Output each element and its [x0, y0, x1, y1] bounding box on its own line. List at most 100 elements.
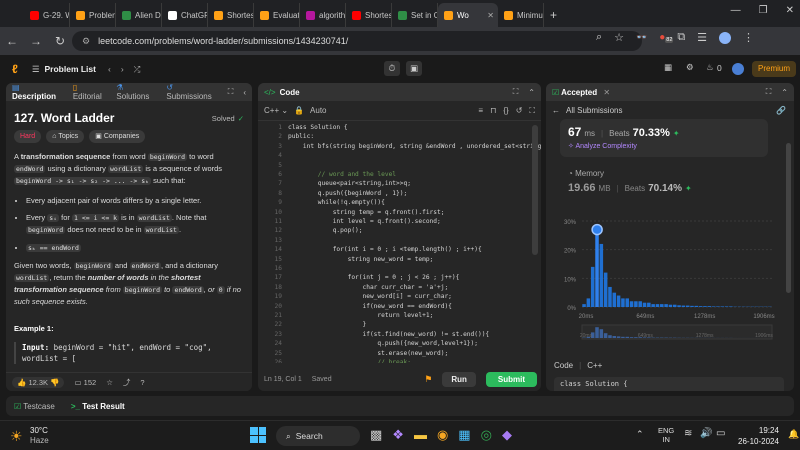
wifi-icon[interactable]: ≋ [684, 428, 692, 439]
code-line[interactable]: for(int j = 0 ; j < 26 ; j++){ [288, 273, 460, 282]
extensions-puzzle-icon[interactable]: ⧉ [677, 31, 685, 44]
browser-tab[interactable]: Wo ✕ [438, 3, 498, 27]
code-line[interactable]: public: [288, 132, 314, 141]
code-line[interactable]: } [288, 320, 367, 329]
next-problem-icon[interactable]: › [121, 64, 124, 74]
result-more-icon[interactable]: ⌃ [781, 88, 788, 97]
braces-icon[interactable]: {} [503, 106, 508, 116]
code-line[interactable]: return level+1; [288, 311, 433, 320]
test-result-tab[interactable]: >_ Test Result [71, 402, 125, 411]
notes-icon[interactable]: ▣ [406, 61, 422, 76]
code-line[interactable]: new_word[i] = curr_char; [288, 292, 452, 301]
browser-tab[interactable]: Shortest [208, 3, 254, 27]
analyze-complexity-button[interactable]: ✧ Analyze Complexity [568, 142, 760, 150]
timer-icon[interactable]: ⏱ [384, 61, 400, 76]
all-submissions-link[interactable]: All Submissions [566, 106, 622, 115]
memory-section[interactable]: ◔ Memory 19.66 MB | Beats 70.14% ✦ [560, 165, 768, 205]
battery-icon[interactable]: ▭ [716, 428, 725, 439]
code-line[interactable]: for(int i = 0 ; i <temp.length() ; i++){ [288, 245, 482, 254]
browser-tab[interactable]: Problem [70, 3, 116, 27]
code-line[interactable]: if(st.find(new_word) != st.end()){ [288, 330, 490, 339]
reset-icon[interactable]: ↺ [516, 106, 523, 116]
code-line[interactable]: // break; [288, 358, 411, 363]
companies-button[interactable]: ▣ Companies [89, 130, 146, 143]
favorite-star-icon[interactable]: ☆ [106, 378, 113, 387]
help-icon[interactable]: ? [140, 378, 144, 387]
close-window-icon[interactable]: ✕ [786, 5, 794, 16]
code-line[interactable]: // word and the level [288, 170, 396, 179]
testcase-tab[interactable]: ☑ Testcase [14, 402, 55, 411]
shuffle-icon[interactable]: ⤮ [134, 64, 141, 75]
fullscreen-icon[interactable]: ⛶ [529, 106, 535, 116]
browser-tab[interactable]: G-29. W [24, 3, 70, 27]
code-line[interactable]: int bfs(string beginWord, string &endWor… [288, 142, 541, 151]
widgets-icon[interactable]: ▩ [370, 427, 382, 443]
code-line[interactable]: while(!q.empty()){ [288, 198, 385, 207]
topics-button[interactable]: ⌂ Topics [46, 130, 85, 143]
thumbs-down-icon[interactable]: 👎 [50, 378, 59, 387]
format-icon[interactable]: ≡ [478, 106, 483, 116]
problem-list-link[interactable]: Problem List [45, 64, 96, 74]
chrome-canary-icon[interactable]: ◉ [437, 427, 448, 443]
prev-problem-icon[interactable]: ‹ [108, 64, 111, 74]
new-tab-icon[interactable]: + [544, 8, 563, 27]
difficulty-badge[interactable]: Hard [14, 130, 42, 143]
code-line[interactable]: if(new_word == endWord){ [288, 302, 452, 311]
close-tab-icon[interactable]: ✕ [487, 11, 494, 20]
code-line[interactable]: string temp = q.front().first; [288, 208, 445, 217]
chrome-icon[interactable]: ◎ [481, 427, 492, 443]
code-line[interactable]: q.push({beginWord , 1}); [288, 189, 407, 198]
site-info-icon[interactable]: ⚙ [82, 36, 90, 47]
maximize-icon[interactable]: ❐ [759, 5, 768, 16]
code-line[interactable]: q.push({new_word,level+1}); [288, 339, 478, 348]
copilot-icon[interactable]: ❖ [392, 427, 404, 443]
extension-glasses-icon[interactable]: 👓 [636, 32, 647, 43]
profile-avatar[interactable] [719, 31, 732, 44]
forward-icon[interactable]: → [24, 34, 48, 48]
microsoft-store-icon[interactable]: ▦ [458, 427, 470, 443]
auto-label[interactable]: Auto [310, 106, 326, 115]
code-line[interactable]: string new_word = temp; [288, 255, 434, 264]
notification-bell-icon[interactable]: 🔔 [788, 429, 799, 440]
streak-fire-icon[interactable]: ♨ [706, 62, 714, 73]
code-line[interactable]: queue<pair<string,int>>q; [288, 179, 411, 188]
submit-button[interactable]: Submit [485, 371, 537, 387]
minimize-icon[interactable]: — [731, 5, 741, 16]
extension-badge-icon[interactable]: ● 82 [659, 32, 674, 43]
windows-start-icon[interactable] [250, 427, 266, 443]
bookmark-star-icon[interactable]: ☆ [614, 31, 624, 44]
tab-editorial[interactable]: ▯ Editorial [73, 83, 107, 101]
debug-icon[interactable]: ⚑ [424, 374, 432, 385]
browser-tab[interactable]: Shortest [346, 3, 392, 27]
editor-scrollbar[interactable] [532, 125, 538, 255]
collapse-panel-icon[interactable]: ‹ [243, 88, 246, 97]
result-expand-icon[interactable]: ⛶ [766, 87, 772, 97]
tab-solutions[interactable]: ⚗ Solutions [116, 83, 156, 101]
user-avatar[interactable] [732, 63, 744, 75]
back-arrow-icon[interactable]: ← [552, 106, 560, 115]
code-line[interactable]: st.erase(new_word); [288, 349, 448, 358]
browser-tab[interactable]: Evaluati [254, 3, 300, 27]
browser-tab[interactable]: ChatGPT [162, 3, 208, 27]
comments-button[interactable]: ▭ 152 [74, 378, 96, 387]
reading-list-icon[interactable]: ☰ [697, 31, 707, 44]
weather-temp[interactable]: 30°C [30, 426, 48, 435]
clock[interactable]: 19:24 26-10-2024 [738, 425, 779, 447]
volume-icon[interactable]: 🔊 [700, 428, 712, 439]
zoom-icon[interactable]: ⌕ [596, 31, 602, 44]
code-line[interactable]: class Solution { [288, 123, 348, 132]
tab-description[interactable]: ▤ Description [12, 83, 63, 101]
browser-tab[interactable]: Minimu [498, 3, 544, 27]
accepted-tab[interactable]: ☑ Accepted ✕ [552, 88, 610, 97]
bookmark-icon[interactable]: ⊓ [490, 106, 496, 116]
layout-icon[interactable]: ▦ [664, 62, 672, 73]
close-tab-icon[interactable]: ✕ [603, 88, 610, 97]
link-icon[interactable]: 🔗 [776, 106, 786, 115]
show-hidden-icons[interactable]: ⌃ [636, 429, 644, 440]
share-icon[interactable]: ⤴ [123, 377, 131, 388]
url-bar[interactable]: ⚙ leetcode.com/problems/word-ladder/subm… [72, 31, 642, 51]
result-scrollbar[interactable] [786, 143, 791, 293]
taskbar-search[interactable]: ⌕ Search [276, 426, 360, 446]
code-line[interactable]: q.pop(); [288, 226, 363, 235]
code-editor[interactable]: 1 class Solution {2 public: 3 int bfs(strin… [258, 123, 541, 363]
